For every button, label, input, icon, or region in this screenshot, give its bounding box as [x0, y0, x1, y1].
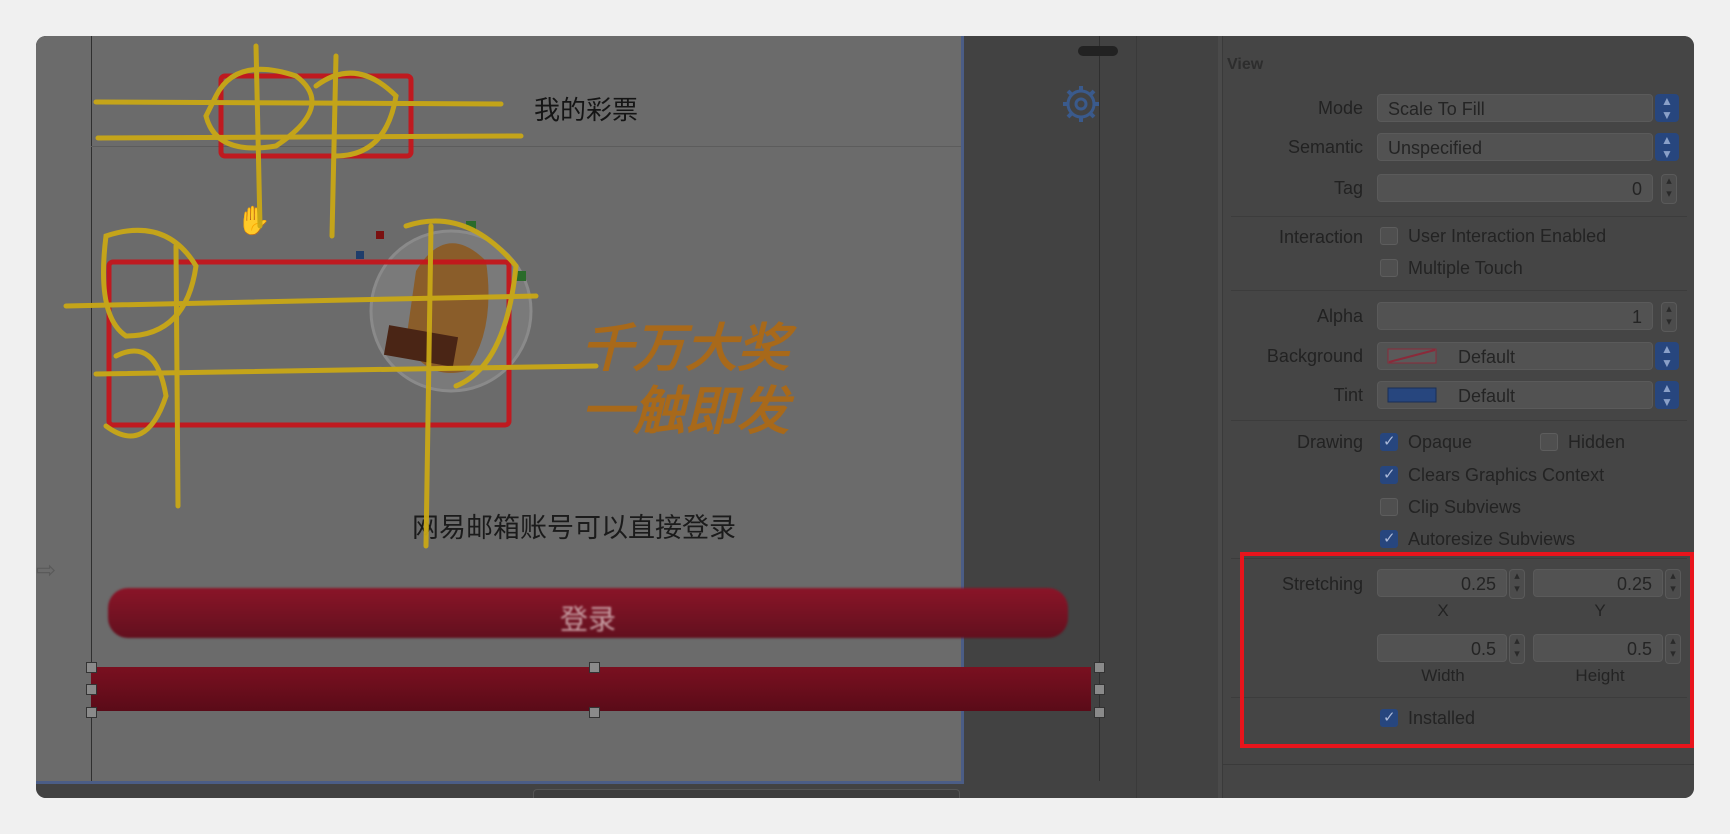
clip-subviews-checkbox[interactable] [1380, 498, 1398, 516]
resize-handle[interactable] [1094, 684, 1105, 695]
mode-select[interactable]: Scale To Fill [1377, 94, 1653, 122]
background-label: Background [1266, 346, 1363, 366]
device-scene[interactable]: 我的彩票 ✋ 千万大奖 一触即发 网易邮箱账号可以直接登录 登录 [36, 36, 1105, 784]
mode-label: Mode [1317, 98, 1363, 118]
semantic-label: Semantic [1287, 137, 1363, 157]
clears-graphics-checkbox[interactable] [1380, 465, 1398, 484]
opaque-label: Opaque [1408, 432, 1473, 452]
clears-graphics-label: Clears Graphics Context [1408, 465, 1605, 485]
interface-builder-canvas: 我的彩票 ✋ 千万大奖 一触即发 网易邮箱账号可以直接登录 登录 ⇨ [36, 36, 1218, 798]
alpha-label: Alpha [1316, 306, 1363, 326]
resize-handle[interactable] [86, 684, 97, 695]
resize-handle[interactable] [1094, 707, 1105, 718]
resize-handle[interactable] [86, 662, 97, 673]
tag-stepper[interactable]: ▴ ▾ [1661, 174, 1677, 204]
canvas-bottom-toolbar[interactable] [533, 789, 960, 798]
scribble-annotation [63, 43, 599, 549]
resize-handle[interactable] [589, 662, 600, 673]
autoresize-label: Autoresize Subviews [1408, 529, 1576, 549]
divider [1231, 420, 1687, 421]
divider [1231, 216, 1687, 217]
multiple-touch-checkbox[interactable] [1380, 259, 1398, 277]
semantic-dropdown-icon[interactable]: ▲ ▼ [1655, 133, 1679, 161]
user-interaction-checkbox[interactable] [1380, 227, 1398, 245]
divider [1223, 764, 1694, 765]
gear-icon[interactable] [1061, 84, 1101, 124]
resize-handle[interactable] [589, 707, 600, 718]
hidden-checkbox[interactable] [1540, 433, 1558, 451]
scroll-indicator[interactable] [1078, 46, 1118, 56]
multiple-touch-label: Multiple Touch [1408, 258, 1523, 278]
resize-handle[interactable] [86, 707, 97, 718]
drawing-label: Drawing [1296, 432, 1363, 452]
background-dropdown-icon[interactable]: ▲ ▼ [1655, 342, 1679, 370]
interaction-label: Interaction [1278, 227, 1363, 247]
divider [1231, 290, 1687, 291]
tag-label: Tag [1333, 178, 1363, 198]
tint-dropdown-icon[interactable]: ▲ ▼ [1655, 381, 1679, 409]
autoresize-checkbox[interactable] [1380, 529, 1398, 548]
mode-dropdown-icon[interactable]: ▲ ▼ [1655, 94, 1679, 122]
tint-swatch-icon [1387, 387, 1437, 403]
hidden-label: Hidden [1568, 432, 1626, 452]
tint-label: Tint [1333, 385, 1363, 405]
tag-input[interactable]: 0 [1377, 174, 1653, 202]
opaque-checkbox[interactable] [1380, 432, 1398, 451]
selected-button-view[interactable] [91, 667, 1091, 711]
background-swatch-icon [1387, 348, 1437, 364]
semantic-select[interactable]: Unspecified [1377, 133, 1653, 161]
scene-entry-arrow-icon: ⇨ [36, 557, 57, 584]
section-title: View [1227, 56, 1264, 73]
resize-handle[interactable] [1094, 662, 1105, 673]
highlight-box [1240, 552, 1694, 748]
user-interaction-label: User Interaction Enabled [1408, 226, 1607, 246]
clip-subviews-label: Clip Subviews [1408, 497, 1522, 517]
canvas-guide-line [1136, 36, 1137, 798]
alpha-stepper[interactable]: ▴ ▾ [1661, 302, 1677, 332]
alpha-input[interactable]: 1 [1377, 302, 1653, 330]
